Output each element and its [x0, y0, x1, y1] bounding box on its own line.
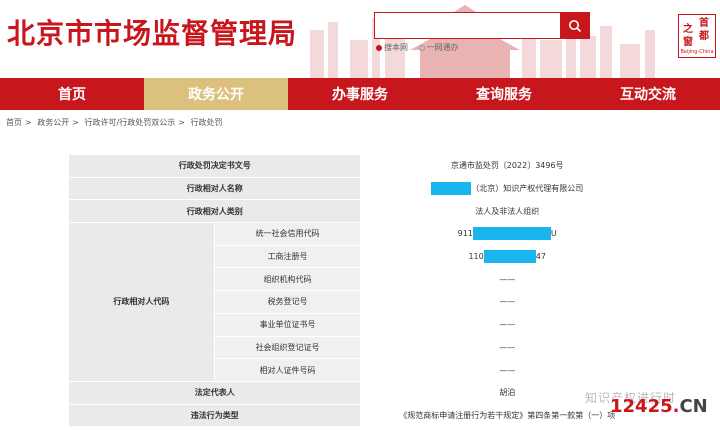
search-icon [568, 19, 581, 32]
breadcrumb-gov-affairs[interactable]: 政务公开 [37, 118, 69, 127]
party-type-value: 法人及非法人组织 [360, 199, 654, 224]
credit-code-prefix: 911 [457, 229, 473, 239]
table-row: 行政相对人类别 法人及非法人组织 [67, 199, 654, 224]
social-org-reg-label: 社会组织登记证号 [213, 335, 362, 360]
breadcrumb-separator: > [25, 118, 32, 127]
logo-char: 窗 [683, 37, 693, 48]
penalty-info-table: 行政处罚决定书文号 京通市监处罚〔2022〕3496号 行政相对人名称 （北京）… [67, 154, 654, 428]
watermark-site-suffix: CN [679, 396, 708, 417]
logo-char: 都 [699, 31, 709, 42]
radio-unselected-icon [418, 44, 425, 51]
nav-item-interaction[interactable]: 互动交流 [576, 78, 720, 110]
credit-code-cell: 911 U [360, 222, 654, 246]
table-row: 行政相对人名称 （北京）知识产权代理有限公司 [67, 176, 654, 201]
search-scope-site[interactable]: 搜本网 [376, 42, 408, 53]
party-name-label: 行政相对人名称 [67, 176, 362, 201]
main-nav: 首页 政务公开 办事服务 查询服务 互动交流 [0, 78, 720, 110]
redaction-block [431, 182, 472, 196]
table-row: 行政相对人代码 统一社会信用代码 911 U [68, 222, 654, 382]
search-scope-site-label: 搜本网 [384, 43, 408, 52]
search-input[interactable] [375, 13, 560, 38]
nav-item-query[interactable]: 查询服务 [432, 78, 576, 110]
party-type-label: 行政相对人类别 [67, 199, 362, 224]
logo-char: 之 [683, 24, 693, 35]
party-id-label: 相对人证件号码 [213, 358, 362, 382]
logo-char: 首 [699, 18, 709, 29]
watermark-site: 12425.CN [610, 396, 708, 417]
capital-window-logo[interactable]: 首 都 之 窗 Beijing-China [678, 14, 716, 58]
legal-rep-label: 法定代表人 [67, 380, 362, 405]
nav-item-home[interactable]: 首页 [0, 78, 144, 110]
doc-number-value: 京通市监处罚〔2022〕3496号 [360, 154, 654, 178]
social-org-reg-value: —— [360, 335, 654, 360]
breadcrumb-penalty[interactable]: 行政处罚 [190, 118, 222, 127]
institution-cert-label: 事业单位证书号 [213, 312, 362, 337]
tax-reg-value: —— [360, 290, 654, 314]
institution-cert-value: —— [360, 312, 654, 337]
breadcrumb-home[interactable]: 首页 [6, 118, 22, 127]
search-button[interactable] [560, 13, 589, 38]
org-code-value: —— [360, 267, 654, 292]
table-row: 行政处罚决定书文号 京通市监处罚〔2022〕3496号 [67, 154, 654, 178]
table-row: 违法行为类型 《规范商标申请注册行为若干规定》第四条第一款第（一）项 [67, 403, 654, 428]
violation-type-label: 违法行为类型 [67, 403, 362, 428]
nav-item-gov-affairs[interactable]: 政务公开 [144, 78, 288, 110]
breadcrumb: 首页 > 政务公开 > 行政许可/行政处罚双公示 > 行政处罚 [6, 117, 225, 128]
party-name-cell: （北京）知识产权代理有限公司 [360, 176, 654, 201]
business-reg-cell: 110 47 [360, 244, 654, 269]
breadcrumb-separator: > [72, 118, 79, 127]
watermark-site-main: 12425. [610, 396, 680, 417]
doc-number-label: 行政处罚决定书文号 [67, 154, 362, 178]
redaction-block [483, 250, 536, 264]
breadcrumb-separator: > [178, 118, 185, 127]
tax-reg-label: 税务登记号 [213, 290, 362, 314]
redaction-block [472, 227, 551, 241]
business-reg-prefix: 110 [468, 252, 484, 262]
logo-subtitle: Beijing-China [680, 49, 714, 55]
site-header: 北京市市场监督管理局 搜本网 一网通办 首 都 之 窗 Beijing-Chin… [0, 0, 720, 78]
table-row: 法定代表人 胡泊 [67, 380, 654, 405]
credit-code-label: 统一社会信用代码 [213, 222, 362, 246]
search-scope-onenet-label: 一网通办 [426, 43, 459, 52]
search-scope-onenet[interactable]: 一网通办 [418, 42, 459, 53]
search-scope-options: 搜本网 一网通办 [376, 42, 467, 53]
party-name-value: （北京）知识产权代理有限公司 [471, 184, 584, 194]
radio-selected-icon [376, 44, 382, 51]
party-code-label: 行政相对人代码 [68, 222, 215, 382]
search-box [374, 12, 590, 39]
org-code-label: 组织机构代码 [213, 267, 362, 292]
breadcrumb-dual-disclosure[interactable]: 行政许可/行政处罚双公示 [85, 118, 176, 127]
business-reg-label: 工商注册号 [213, 244, 362, 269]
party-id-value: —— [360, 358, 654, 382]
nav-item-services[interactable]: 办事服务 [288, 78, 432, 110]
site-title[interactable]: 北京市市场监督管理局 [7, 12, 297, 52]
business-reg-suffix: 47 [535, 252, 546, 262]
credit-code-suffix: U [550, 229, 557, 239]
